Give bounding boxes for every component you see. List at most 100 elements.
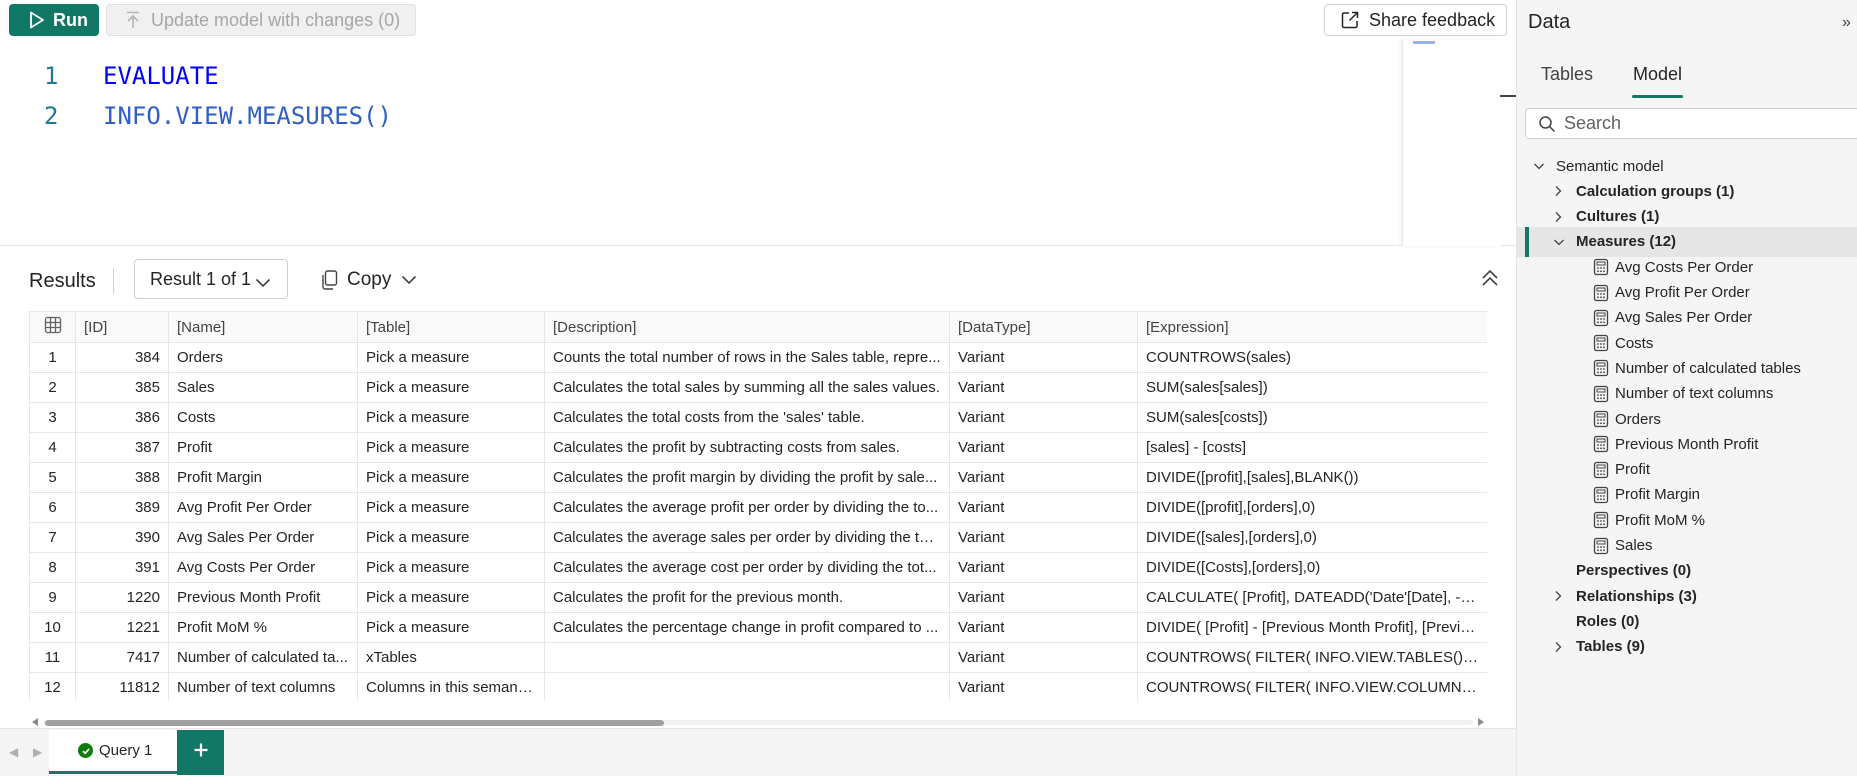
cell-datatype[interactable]: Variant — [949, 492, 1138, 523]
cell-expression[interactable]: SUM(sales[costs]) — [1137, 402, 1487, 433]
cell-datatype[interactable]: Variant — [949, 432, 1138, 463]
cell-description[interactable]: Calculates the average profit per order … — [544, 492, 950, 523]
results-grid[interactable]: [ID] [Name] [Table] [Description] [DataT… — [29, 311, 1487, 701]
column-header[interactable]: [Name] — [168, 311, 358, 343]
cell-expression[interactable]: [sales] - [costs] — [1137, 432, 1487, 463]
cell-id[interactable]: 7417 — [75, 642, 169, 673]
chevron-right-icon[interactable] — [1553, 185, 1563, 197]
cell-table[interactable]: Pick a measure — [357, 552, 545, 583]
cell-expression[interactable]: DIVIDE([profit],[orders],0) — [1137, 492, 1487, 523]
cell-table[interactable]: Pick a measure — [357, 402, 545, 433]
cell-description[interactable] — [544, 642, 950, 673]
cell-datatype[interactable]: Variant — [949, 672, 1138, 701]
column-header[interactable]: [DataType] — [949, 311, 1138, 343]
cell-description[interactable] — [544, 672, 950, 701]
scroll-left-icon[interactable] — [32, 718, 38, 726]
cell-name[interactable]: Number of text columns — [168, 672, 358, 701]
cell-id[interactable]: 384 — [75, 342, 169, 373]
scroll-right-icon[interactable] — [1478, 718, 1484, 726]
cell-name[interactable]: Orders — [168, 342, 358, 373]
cell-id[interactable]: 388 — [75, 462, 169, 493]
table-row[interactable]: 7 390 Avg Sales Per Order Pick a measure Cal… — [29, 522, 1487, 553]
cell-table[interactable]: Pick a measure — [357, 612, 545, 643]
table-row[interactable]: 3 386 Costs Pick a measure Calculates the to… — [29, 402, 1487, 433]
cell-id[interactable]: 386 — [75, 402, 169, 433]
column-header[interactable]: [Table] — [357, 311, 545, 343]
cell-name[interactable]: Number of calculated ta... — [168, 642, 358, 673]
collapse-results-button[interactable] — [1480, 268, 1502, 290]
select-all-cell[interactable] — [29, 311, 76, 343]
chevron-right-icon[interactable] — [1553, 211, 1563, 223]
table-row[interactable]: 6 389 Avg Profit Per Order Pick a measure Ca… — [29, 492, 1487, 523]
cell-table[interactable]: Pick a measure — [357, 462, 545, 493]
column-header[interactable]: [Expression] — [1137, 311, 1487, 343]
cell-id[interactable]: 391 — [75, 552, 169, 583]
table-row[interactable]: 11 7417 Number of calculated ta... xTables V… — [29, 642, 1487, 673]
cell-datatype[interactable]: Variant — [949, 342, 1138, 373]
chevron-down-icon[interactable] — [1533, 161, 1545, 171]
tab-model[interactable]: Model — [1633, 64, 1682, 85]
cell-expression[interactable]: COUNTROWS( FILTER( INFO.VIEW.TABLES(), N… — [1137, 642, 1487, 673]
cell-datatype[interactable]: Variant — [949, 462, 1138, 493]
search-box[interactable] — [1525, 108, 1857, 139]
cell-expression[interactable]: DIVIDE( [Profit] - [Previous Month Profi… — [1137, 612, 1487, 643]
cell-description[interactable]: Calculates the percentage change in prof… — [544, 612, 950, 643]
cell-description[interactable]: Counts the total number of rows in the S… — [544, 342, 950, 373]
copy-button[interactable]: Copy — [321, 266, 417, 294]
table-row[interactable]: 2 385 Sales Pick a measure Calculates the to… — [29, 372, 1487, 403]
cell-table[interactable]: Pick a measure — [357, 372, 545, 403]
cell-description[interactable]: Calculates the profit margin by dividing… — [544, 462, 950, 493]
column-header[interactable]: [ID] — [75, 311, 169, 343]
cell-datatype[interactable]: Variant — [949, 372, 1138, 403]
cell-id[interactable]: 385 — [75, 372, 169, 403]
cell-name[interactable]: Avg Profit Per Order — [168, 492, 358, 523]
cell-expression[interactable]: COUNTROWS( FILTER( INFO.VIEW.COLUMNS(), … — [1137, 672, 1487, 701]
table-row[interactable]: 9 1220 Previous Month Profit Pick a measure… — [29, 582, 1487, 613]
cell-table[interactable]: Pick a measure — [357, 432, 545, 463]
run-button[interactable]: Run — [9, 4, 99, 36]
cell-datatype[interactable]: Variant — [949, 402, 1138, 433]
cell-expression[interactable]: COUNTROWS(sales) — [1137, 342, 1487, 373]
editor-scrollbar[interactable] — [1500, 95, 1516, 97]
cell-name[interactable]: Profit — [168, 432, 358, 463]
update-model-button[interactable]: Update model with changes (0) — [106, 4, 416, 36]
scrollbar-thumb[interactable] — [45, 720, 664, 726]
cell-name[interactable]: Profit MoM % — [168, 612, 358, 643]
cell-datatype[interactable]: Variant — [949, 582, 1138, 613]
cell-name[interactable]: Avg Sales Per Order — [168, 522, 358, 553]
tab-scroll-right-icon[interactable]: ▶ — [33, 745, 42, 759]
tab-scroll-left-icon[interactable]: ◀ — [9, 745, 18, 759]
cell-expression[interactable]: CALCULATE( [Profit], DATEADD('Date'[Date… — [1137, 582, 1487, 613]
cell-datatype[interactable]: Variant — [949, 522, 1138, 553]
add-query-button[interactable] — [177, 730, 224, 775]
cell-datatype[interactable]: Variant — [949, 552, 1138, 583]
search-input[interactable] — [1564, 113, 1834, 134]
result-selector-dropdown[interactable]: Result 1 of 1 — [134, 259, 288, 299]
cell-expression[interactable]: DIVIDE([Costs],[orders],0) — [1137, 552, 1487, 583]
cell-table[interactable]: Pick a measure — [357, 492, 545, 523]
cell-table[interactable]: Pick a measure — [357, 582, 545, 613]
cell-table[interactable]: Pick a measure — [357, 342, 545, 373]
table-row[interactable]: 5 388 Profit Margin Pick a measure Calculate… — [29, 462, 1487, 493]
table-row[interactable]: 4 387 Profit Pick a measure Calculates the p… — [29, 432, 1487, 463]
share-feedback-button[interactable]: Share feedback — [1324, 4, 1507, 36]
cell-name[interactable]: Profit Margin — [168, 462, 358, 493]
cell-id[interactable]: 387 — [75, 432, 169, 463]
cell-name[interactable]: Sales — [168, 372, 358, 403]
cell-expression[interactable]: DIVIDE([sales],[orders],0) — [1137, 522, 1487, 553]
minimap[interactable] — [1402, 40, 1500, 246]
collapse-pane-icon[interactable]: » — [1842, 14, 1851, 32]
table-row[interactable]: 12 11812 Number of text columns Columns in … — [29, 672, 1487, 701]
cell-id[interactable]: 1221 — [75, 612, 169, 643]
chevron-down-icon[interactable] — [1553, 237, 1565, 247]
tab-tables[interactable]: Tables — [1541, 64, 1593, 85]
table-row[interactable]: 8 391 Avg Costs Per Order Pick a measure Cal… — [29, 552, 1487, 583]
cell-description[interactable]: Calculates the total sales by summing al… — [544, 372, 950, 403]
cell-name[interactable]: Costs — [168, 402, 358, 433]
table-row[interactable]: 10 1221 Profit MoM % Pick a measure Calculat… — [29, 612, 1487, 643]
cell-id[interactable]: 389 — [75, 492, 169, 523]
tree-item-group[interactable]: Tables (9) — [1517, 632, 1857, 662]
cell-expression[interactable]: DIVIDE([profit],[sales],BLANK()) — [1137, 462, 1487, 493]
cell-name[interactable]: Previous Month Profit — [168, 582, 358, 613]
cell-description[interactable]: Calculates the total costs from the 'sal… — [544, 402, 950, 433]
